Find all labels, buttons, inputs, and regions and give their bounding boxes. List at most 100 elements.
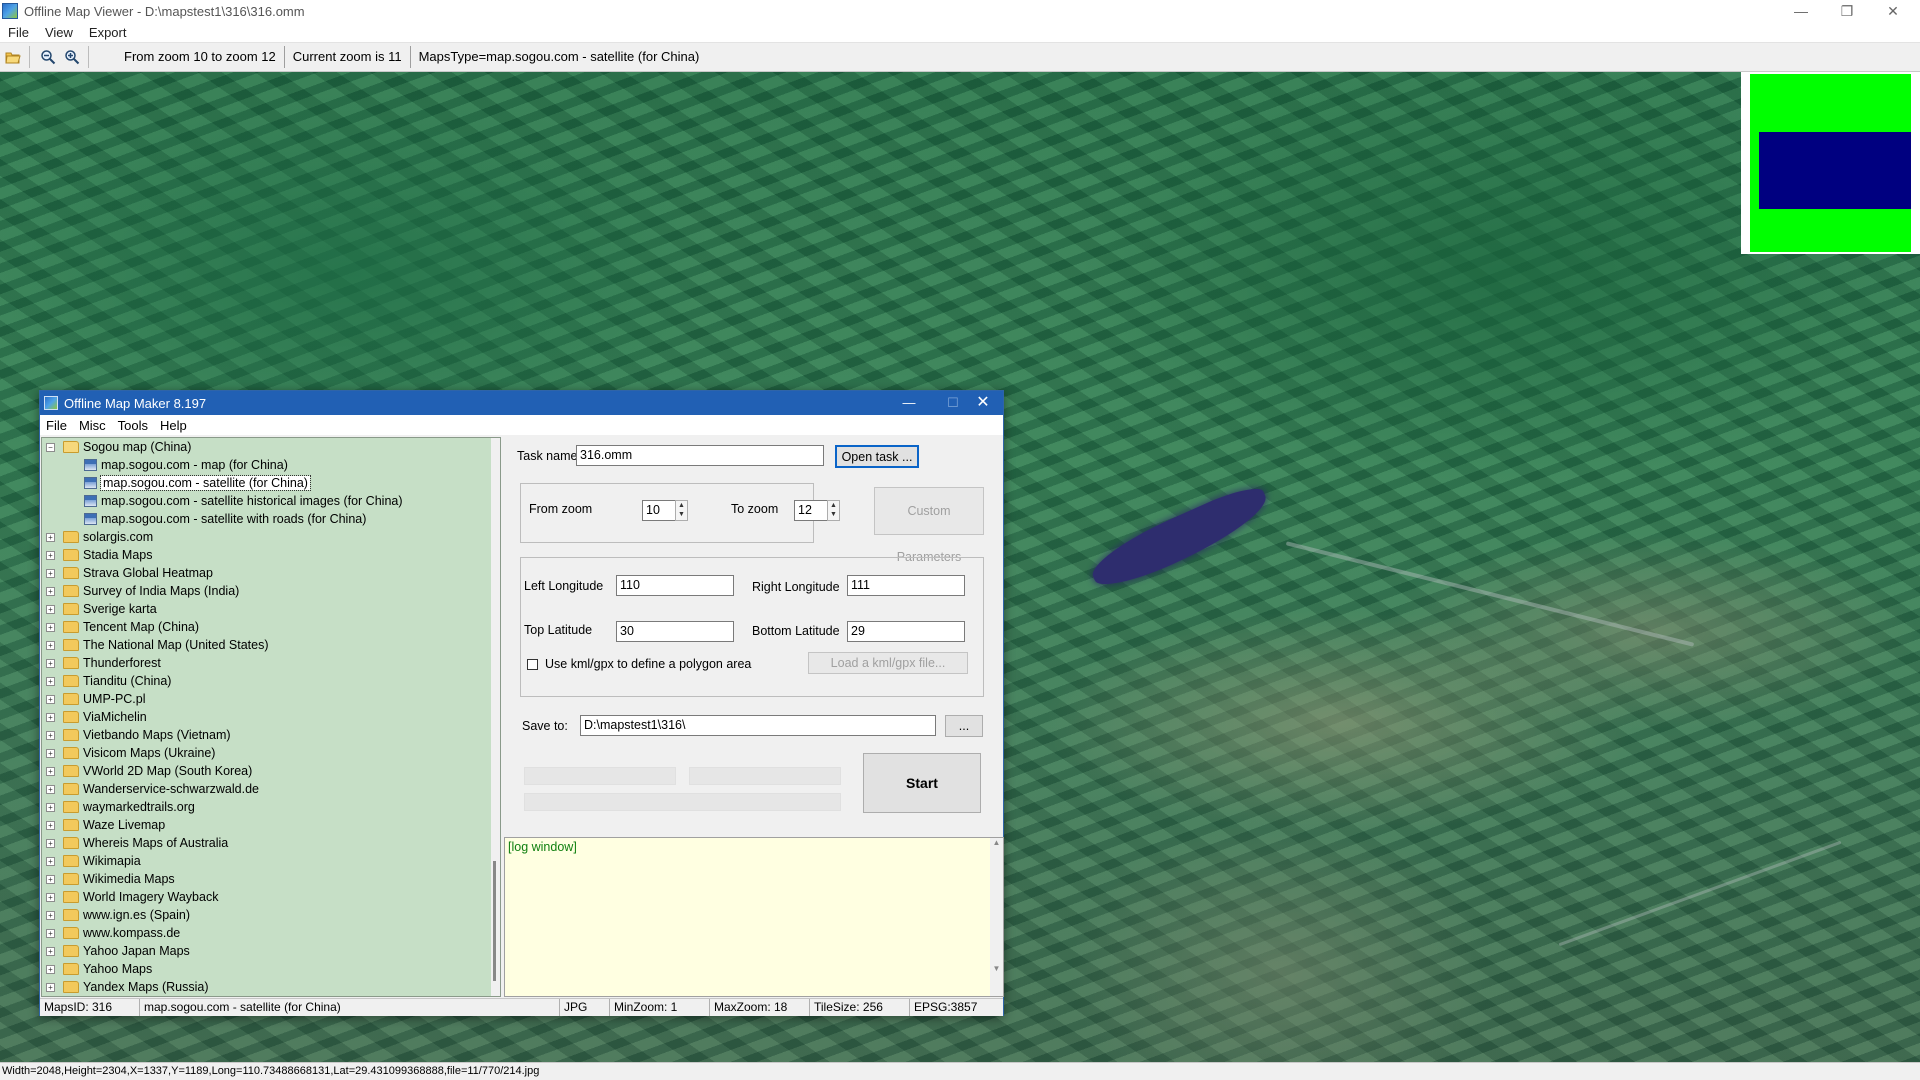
- expand-icon[interactable]: +: [46, 586, 55, 596]
- task-name-input[interactable]: 316.omm: [576, 445, 824, 466]
- tree-folder[interactable]: + solargis.com: [42, 528, 500, 546]
- expand-icon[interactable]: +: [46, 820, 55, 830]
- expand-icon[interactable]: +: [46, 964, 55, 974]
- tree-folder-label: Survey of India Maps (India): [83, 584, 240, 598]
- tree-folder[interactable]: + Tianditu (China): [42, 672, 500, 690]
- open-folder-icon[interactable]: [2, 46, 24, 68]
- tree-folder[interactable]: + Wanderservice-schwarzwald.de: [42, 780, 500, 798]
- open-task-button[interactable]: Open task ...: [835, 445, 919, 468]
- tree-folder[interactable]: + World Imagery Wayback: [42, 888, 500, 906]
- expand-icon[interactable]: +: [46, 874, 55, 884]
- zoom-out-icon[interactable]: [37, 46, 59, 68]
- start-button[interactable]: Start: [863, 753, 981, 813]
- expand-icon[interactable]: +: [46, 838, 55, 848]
- tree-folder[interactable]: + Yahoo Japan Maps: [42, 942, 500, 960]
- expand-icon[interactable]: +: [46, 982, 55, 992]
- expand-icon[interactable]: +: [46, 856, 55, 866]
- tree-folder[interactable]: + Visicom Maps (Ukraine): [42, 744, 500, 762]
- use-kml-checkbox[interactable]: [527, 659, 538, 670]
- top-latitude-input[interactable]: 30: [616, 621, 734, 642]
- from-zoom-spinner[interactable]: ▲ ▼: [675, 500, 688, 521]
- tree-leaf[interactable]: map.sogou.com - satellite with roads (fo…: [42, 510, 500, 528]
- menu-tools[interactable]: Tools: [112, 418, 154, 433]
- expand-icon[interactable]: +: [46, 676, 55, 686]
- expand-icon[interactable]: +: [46, 604, 55, 614]
- tree-folder[interactable]: + Thunderforest: [42, 654, 500, 672]
- menu-file[interactable]: File: [40, 418, 73, 433]
- tree-folder[interactable]: + The National Map (United States): [42, 636, 500, 654]
- expand-icon[interactable]: +: [46, 658, 55, 668]
- expand-icon[interactable]: +: [46, 568, 55, 578]
- tree-leaf-selected[interactable]: map.sogou.com - satellite (for China): [42, 474, 500, 492]
- log-scrollbar[interactable]: ▲ ▼: [990, 838, 1003, 996]
- menu-view[interactable]: View: [37, 25, 81, 40]
- tree-folder[interactable]: + Waze Livemap: [42, 816, 500, 834]
- to-zoom-input[interactable]: 12: [794, 500, 828, 521]
- tree-folder[interactable]: + ViaMichelin: [42, 708, 500, 726]
- expand-icon[interactable]: +: [46, 622, 55, 632]
- restore-button[interactable]: ❐: [1824, 0, 1870, 22]
- expand-icon[interactable]: +: [46, 640, 55, 650]
- tree-folder[interactable]: + Yahoo Maps: [42, 960, 500, 978]
- tree-folder[interactable]: + Wikimapia: [42, 852, 500, 870]
- close-button[interactable]: ✕: [1870, 0, 1916, 22]
- tree-folder[interactable]: + waymarkedtrails.org: [42, 798, 500, 816]
- expand-icon[interactable]: +: [46, 748, 55, 758]
- expand-icon[interactable]: +: [46, 946, 55, 956]
- top-latitude-label: Top Latitude: [524, 623, 593, 637]
- tree-folder[interactable]: + Tencent Map (China): [42, 618, 500, 636]
- expand-icon[interactable]: +: [46, 766, 55, 776]
- menu-help[interactable]: Help: [154, 418, 193, 433]
- tree-scrollbar[interactable]: [491, 438, 500, 996]
- menu-export[interactable]: Export: [81, 25, 135, 40]
- tree-folder[interactable]: + UMP-PC.pl: [42, 690, 500, 708]
- tree-folder[interactable]: + Vietbando Maps (Vietnam): [42, 726, 500, 744]
- tree-folder[interactable]: + Wikimedia Maps: [42, 870, 500, 888]
- expand-icon[interactable]: +: [46, 712, 55, 722]
- tree-folder[interactable]: + Stadia Maps: [42, 546, 500, 564]
- folder-icon: [63, 729, 79, 741]
- expand-icon[interactable]: +: [46, 910, 55, 920]
- tree-folder-label: The National Map (United States): [83, 638, 269, 652]
- zoom-in-icon[interactable]: [61, 46, 83, 68]
- to-zoom-spinner[interactable]: ▲ ▼: [827, 500, 840, 521]
- left-longitude-input[interactable]: 110: [616, 575, 734, 596]
- from-zoom-input[interactable]: 10: [642, 500, 676, 521]
- tree-leaf[interactable]: map.sogou.com - map (for China): [42, 456, 500, 474]
- folder-icon: [63, 603, 79, 615]
- expand-icon[interactable]: +: [46, 802, 55, 812]
- minimize-button[interactable]: —: [887, 391, 931, 415]
- menu-misc[interactable]: Misc: [73, 418, 112, 433]
- tree-folder[interactable]: + www.ign.es (Spain): [42, 906, 500, 924]
- tree-folder[interactable]: + Strava Global Heatmap: [42, 564, 500, 582]
- folder-icon: [63, 927, 79, 939]
- expand-icon[interactable]: +: [46, 928, 55, 938]
- tree-folder[interactable]: + VWorld 2D Map (South Korea): [42, 762, 500, 780]
- menu-file[interactable]: File: [0, 25, 37, 40]
- expand-icon[interactable]: +: [46, 892, 55, 902]
- scrollbar-thumb[interactable]: [493, 861, 496, 981]
- expand-icon[interactable]: +: [46, 730, 55, 740]
- close-button[interactable]: ✕: [961, 391, 1005, 415]
- save-to-input[interactable]: D:\mapstest1\316\: [580, 715, 936, 736]
- expand-icon[interactable]: +: [46, 784, 55, 794]
- tree-folder[interactable]: + www.kompass.de: [42, 924, 500, 942]
- map-source-tree[interactable]: − Sogou map (China) map.sogou.com - map …: [41, 437, 501, 997]
- expand-icon[interactable]: +: [46, 694, 55, 704]
- collapse-icon[interactable]: −: [46, 442, 55, 452]
- minimize-button[interactable]: —: [1778, 0, 1824, 22]
- bottom-latitude-input[interactable]: 29: [847, 621, 965, 642]
- browse-button[interactable]: ...: [945, 715, 983, 737]
- overview-minimap[interactable]: [1741, 72, 1920, 254]
- log-window[interactable]: [log window] ▲ ▼: [504, 837, 1004, 997]
- expand-icon[interactable]: +: [46, 532, 55, 542]
- tree-folder[interactable]: + Yandex Maps (Russia): [42, 978, 500, 996]
- tree-leaf[interactable]: map.sogou.com - satellite historical ima…: [42, 492, 500, 510]
- right-longitude-input[interactable]: 111: [847, 575, 965, 596]
- tree-folder-sogou[interactable]: − Sogou map (China): [42, 438, 500, 456]
- overview-viewport[interactable]: [1759, 132, 1911, 209]
- tree-folder[interactable]: + Sverige karta: [42, 600, 500, 618]
- tree-folder[interactable]: + Whereis Maps of Australia: [42, 834, 500, 852]
- tree-folder[interactable]: + Survey of India Maps (India): [42, 582, 500, 600]
- expand-icon[interactable]: +: [46, 550, 55, 560]
